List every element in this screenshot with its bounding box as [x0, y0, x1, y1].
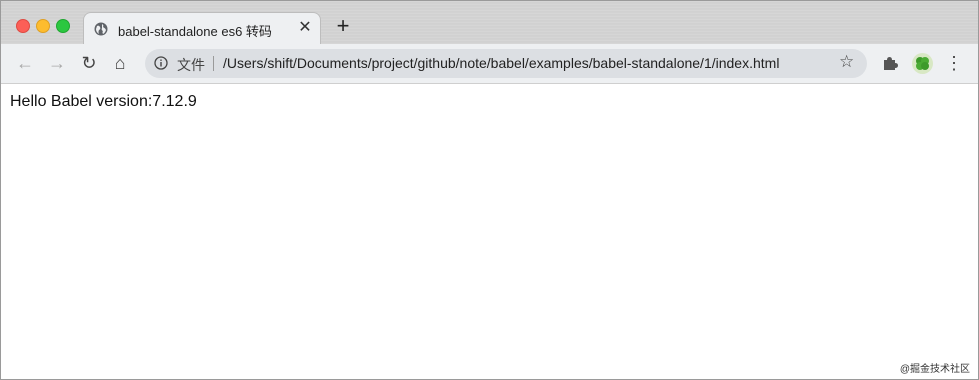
watermark: @掘金技术社区 — [899, 364, 970, 375]
more-menu-icon[interactable]: ⋮ — [943, 52, 965, 74]
new-tab-button[interactable]: + — [332, 15, 354, 37]
browser-toolbar: ← → ↻ ⌂ 文件 /Users/shift/Documents/projec… — [1, 44, 978, 84]
back-button[interactable]: ← — [14, 52, 36, 74]
forward-button[interactable]: → — [46, 52, 68, 74]
address-bar[interactable]: 文件 /Users/shift/Documents/project/github… — [145, 49, 867, 78]
browser-window: babel-standalone es6 转码 ✕ + ← → ↻ ⌂ 文件 /… — [0, 0, 979, 380]
close-window-button[interactable] — [16, 19, 30, 33]
globe-icon — [94, 22, 108, 36]
reload-button[interactable]: ↻ — [78, 52, 100, 74]
info-icon[interactable] — [154, 56, 168, 70]
scheme-label: 文件 — [177, 57, 205, 73]
bookmark-star-icon[interactable]: ☆ — [839, 52, 854, 72]
page-body-text: Hello Babel version:7.12.9 — [10, 93, 197, 110]
tab-title: babel-standalone es6 转码 — [118, 24, 272, 39]
home-button[interactable]: ⌂ — [109, 52, 131, 74]
profile-avatar[interactable] — [912, 53, 933, 74]
url-text[interactable]: /Users/shift/Documents/project/github/no… — [223, 55, 779, 71]
address-divider — [213, 56, 214, 71]
page-content: Hello Babel version:7.12.9 @掘金技术社区 — [1, 84, 978, 379]
extensions-puzzle-icon[interactable] — [879, 52, 901, 74]
tab-strip: babel-standalone es6 转码 ✕ + — [1, 1, 978, 44]
minimize-window-button[interactable] — [36, 19, 50, 33]
zoom-window-button[interactable] — [56, 19, 70, 33]
close-tab-icon[interactable]: ✕ — [297, 19, 313, 37]
tab-active[interactable]: babel-standalone es6 转码 ✕ — [83, 12, 321, 44]
